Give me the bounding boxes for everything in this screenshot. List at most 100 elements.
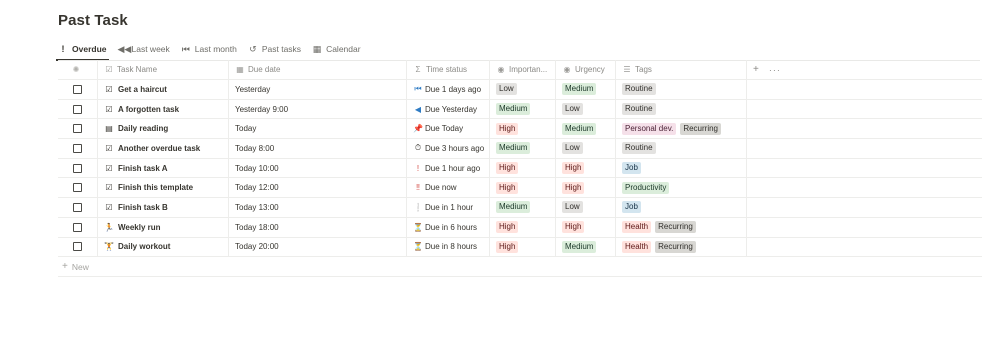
tab-overdue[interactable]: ! Overdue — [56, 38, 108, 61]
column-header-importance[interactable]: ◉ Importan... — [490, 60, 556, 79]
importance-cell[interactable]: Medium — [490, 198, 556, 217]
urgency-badge: Low — [562, 201, 583, 214]
tab-last-month[interactable]: ⏮ Last month — [181, 38, 237, 60]
column-header-due-date[interactable]: ▦ Due date — [229, 60, 407, 79]
table-header-row: ✺ ☑ Task Name ▦ Due date Σ Time status ◉… — [58, 60, 982, 80]
due-date-cell[interactable]: Today 20:00 — [229, 237, 407, 257]
column-header-tags[interactable]: ☰ Tags — [616, 60, 747, 79]
column-header-urgency[interactable]: ◉ Urgency — [556, 60, 616, 79]
urgency-cell[interactable]: High — [556, 217, 616, 237]
task-name-cell[interactable]: ☑ Finish task B — [98, 198, 229, 217]
tab-last-week[interactable]: ◀◀ Last week — [118, 38, 170, 60]
tags-cell[interactable]: Routine — [616, 139, 747, 158]
time-status-cell[interactable]: ◀ Due Yesterday — [407, 99, 490, 119]
row-checkbox[interactable] — [73, 143, 82, 153]
tags-cell[interactable]: Health Recurring — [616, 237, 747, 257]
urgency-cell[interactable]: Low — [556, 99, 616, 119]
due-date-cell[interactable]: Today 18:00 — [229, 217, 407, 237]
task-name-cell[interactable]: 🏋 Daily workout — [98, 237, 229, 257]
row-checkbox[interactable] — [73, 183, 82, 193]
importance-cell[interactable]: High — [490, 158, 556, 178]
tags-cell[interactable]: Personal dev. Recurring — [616, 119, 747, 139]
row-select-cell — [58, 80, 98, 99]
task-name-cell[interactable]: 🏃 Weekly run — [98, 217, 229, 237]
time-status-cell[interactable]: ⏱ Due 3 hours ago — [407, 139, 490, 158]
column-header-label: Time status — [426, 65, 468, 74]
tag-badge: Recurring — [655, 240, 696, 253]
row-checkbox[interactable] — [73, 242, 82, 252]
add-column-button[interactable]: + — [753, 64, 759, 75]
tag-badge: Health — [622, 221, 652, 234]
task-name-cell[interactable]: ☑ Finish this template — [98, 178, 229, 198]
time-status-cell[interactable]: ⏮ Due 1 days ago — [407, 80, 490, 99]
urgency-cell[interactable]: Medium — [556, 237, 616, 257]
due-date: Today 20:00 — [235, 242, 279, 252]
due-date-cell[interactable]: Today 13:00 — [229, 198, 407, 217]
urgency-badge: High — [562, 181, 585, 194]
tags-cell[interactable]: Health Recurring — [616, 217, 747, 237]
task-name-cell[interactable]: ☑ Another overdue task — [98, 139, 229, 158]
importance-badge: High — [496, 240, 519, 253]
empty-cell — [747, 218, 982, 237]
due-date-cell[interactable]: Today — [229, 119, 407, 139]
urgency-cell[interactable]: High — [556, 158, 616, 178]
due-date-cell[interactable]: Today 12:00 — [229, 178, 407, 198]
task-name-cell[interactable]: ▤ Daily reading — [98, 119, 229, 139]
importance-cell[interactable]: Medium — [490, 139, 556, 158]
time-status: Due in 1 hour — [425, 202, 474, 212]
tags-cell[interactable]: Job — [616, 198, 747, 217]
tab-calendar[interactable]: ▦ Calendar — [312, 38, 361, 60]
row-checkbox[interactable] — [73, 163, 82, 173]
new-row-button[interactable]: + New — [58, 257, 982, 278]
due-date-cell[interactable]: Yesterday 9:00 — [229, 99, 407, 119]
row-checkbox[interactable] — [73, 104, 82, 114]
due-date-cell[interactable]: Today 8:00 — [229, 139, 407, 158]
importance-cell[interactable]: Medium — [490, 99, 556, 119]
task-name-cell[interactable]: ☑ Finish task A — [98, 158, 229, 178]
column-header-label: Task Name — [117, 65, 158, 74]
importance-cell[interactable]: High — [490, 217, 556, 237]
column-header-label: Due date — [248, 65, 281, 74]
tags-cell[interactable]: Job — [616, 158, 747, 178]
column-header-time-status[interactable]: Σ Time status — [407, 60, 490, 79]
urgency-cell[interactable]: Medium — [556, 80, 616, 99]
tags-cell[interactable]: Productivity — [616, 178, 747, 198]
importance-cell[interactable]: High — [490, 119, 556, 139]
urgency-cell[interactable]: Medium — [556, 119, 616, 139]
time-status-cell[interactable]: ‼ Due now — [407, 178, 490, 198]
exclamation-icon: ! — [416, 163, 420, 173]
row-checkbox[interactable] — [73, 222, 82, 232]
select-all-column[interactable]: ✺ — [58, 60, 98, 79]
tags-cell[interactable]: Routine — [616, 99, 747, 119]
time-status-cell[interactable]: ⏳ Due in 8 hours — [407, 237, 490, 257]
row-checkbox[interactable] — [73, 202, 82, 212]
task-name: Finish task B — [118, 202, 168, 212]
urgency-cell[interactable]: Low — [556, 198, 616, 217]
due-date-cell[interactable]: Today 10:00 — [229, 158, 407, 178]
importance-cell[interactable]: High — [490, 237, 556, 257]
more-options-button[interactable]: ··· — [769, 65, 781, 75]
checkbox-icon: ☑ — [105, 65, 113, 74]
row-checkbox[interactable] — [73, 124, 82, 134]
table-row: ☑ Another overdue task Today 8:00 ⏱ Due 3 ho… — [58, 139, 982, 159]
tag-badge: Recurring — [655, 221, 696, 234]
row-select-cell — [58, 198, 98, 217]
column-header-task-name[interactable]: ☑ Task Name — [98, 60, 229, 79]
urgency-cell[interactable]: Low — [556, 139, 616, 158]
time-status-cell[interactable]: ❕ Due in 1 hour — [407, 198, 490, 217]
time-status-cell[interactable]: ! Due 1 hour ago — [407, 158, 490, 178]
tab-past-tasks[interactable]: ↺ Past tasks — [248, 38, 301, 60]
task-name-cell[interactable]: ☑ Get a haircut — [98, 80, 229, 99]
tags-cell[interactable]: Routine — [616, 80, 747, 99]
urgency-cell[interactable]: High — [556, 178, 616, 198]
task-name-cell[interactable]: ☑ A forgotten task — [98, 99, 229, 119]
time-status: Due in 6 hours — [425, 222, 478, 232]
time-status-cell[interactable]: ⏳ Due in 6 hours — [407, 217, 490, 237]
importance-cell[interactable]: Low — [490, 80, 556, 99]
row-checkbox[interactable] — [73, 84, 82, 94]
time-status-cell[interactable]: 📌 Due Today — [407, 119, 490, 139]
skip-back-icon: ⏮ — [414, 84, 422, 94]
urgency-badge: Low — [562, 103, 583, 116]
due-date-cell[interactable]: Yesterday — [229, 80, 407, 99]
importance-cell[interactable]: High — [490, 178, 556, 198]
